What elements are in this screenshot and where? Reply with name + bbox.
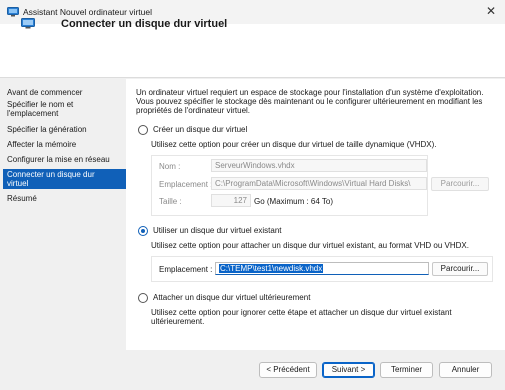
create-disk-radio[interactable]	[138, 125, 148, 135]
existing-location-field[interactable]: C:\TEMP\test1\newdisk.vhdx	[215, 262, 429, 275]
window-title: Assistant Nouvel ordinateur virtuel	[23, 7, 152, 17]
create-name-label: Nom :	[159, 162, 181, 171]
sidebar-item-resume[interactable]: Résumé	[7, 194, 123, 203]
existing-location-value: C:\TEMP\test1\newdisk.vhdx	[219, 264, 324, 273]
later-disk-radio[interactable]	[138, 293, 148, 303]
sidebar-item-label: virtuel	[7, 179, 29, 188]
sidebar-item-label: Connecter un disque dur	[7, 170, 95, 179]
sidebar-item-label: Spécifier le nom et	[7, 100, 74, 109]
sidebar-item-generation[interactable]: Spécifier la génération	[7, 125, 123, 134]
wizard-content: Un ordinateur virtuel requiert un espace…	[126, 79, 505, 350]
sidebar-item-memoire[interactable]: Affecter la mémoire	[7, 140, 123, 149]
wizard-steps-sidebar: Avant de commencer Spécifier le nom et l…	[0, 79, 126, 350]
create-disk-description: Utilisez cette option pour créer un disq…	[151, 140, 437, 149]
next-button[interactable]: Suivant >	[322, 362, 375, 378]
cancel-button-label: Annuler	[451, 365, 480, 374]
create-size-field[interactable]: 127	[211, 194, 251, 207]
cancel-button[interactable]: Annuler	[439, 362, 492, 378]
later-disk-description-line-2: ultérieurement.	[151, 317, 205, 326]
intro-text-line-3: propriétés de l'ordinateur virtuel.	[136, 106, 251, 115]
wizard-header	[0, 24, 505, 78]
sidebar-item-label: Résumé	[7, 194, 37, 203]
sidebar-item-reseau[interactable]: Configurer la mise en réseau	[7, 155, 123, 164]
existing-location-label: Emplacement :	[159, 265, 213, 274]
create-browse-button[interactable]: Parcourir...	[431, 177, 489, 191]
create-location-field[interactable]: C:\ProgramData\Microsoft\Windows\Virtual…	[211, 177, 427, 190]
create-size-unit: Go (Maximum : 64 To)	[254, 197, 333, 206]
sidebar-item-label: Avant de commencer	[7, 88, 83, 97]
later-disk-label[interactable]: Attacher un disque dur virtuel ultérieur…	[153, 293, 310, 303]
sidebar-item-label: Affecter la mémoire	[7, 140, 77, 149]
next-button-label: Suivant >	[331, 365, 366, 374]
create-name-field[interactable]: ServeurWindows.vhdx	[211, 159, 427, 172]
existing-browse-button[interactable]: Parcourir...	[432, 262, 488, 276]
close-button[interactable]: ✕	[482, 3, 500, 20]
sidebar-item-disque-dur[interactable]: Connecter un disque dur virtuel	[3, 169, 126, 189]
existing-disk-label[interactable]: Utiliser un disque dur virtuel existant	[153, 226, 282, 236]
create-disk-label[interactable]: Créer un disque dur virtuel	[153, 125, 247, 135]
hyper-v-icon	[7, 7, 19, 17]
finish-button[interactable]: Terminer	[380, 362, 433, 378]
existing-disk-description: Utilisez cette option pour attacher un d…	[151, 241, 469, 250]
sidebar-item-label: l'emplacement	[7, 109, 59, 118]
sidebar-item-label: Spécifier la génération	[7, 125, 87, 134]
sidebar-item-avant-de-commencer[interactable]: Avant de commencer	[7, 88, 123, 97]
page-title: Connecter un disque dur virtuel	[61, 18, 228, 30]
sidebar-item-label: Configurer la mise en réseau	[7, 155, 110, 164]
sidebar-item-nom-emplacement[interactable]: Spécifier le nom et l'emplacement	[7, 100, 123, 118]
existing-disk-radio[interactable]	[138, 226, 148, 236]
previous-button[interactable]: < Précédent	[259, 362, 317, 378]
finish-button-label: Terminer	[390, 365, 423, 374]
previous-button-label: < Précédent	[266, 365, 310, 374]
create-location-label: Emplacement :	[159, 180, 213, 189]
create-size-label: Taille :	[159, 197, 182, 206]
virtual-disk-icon	[21, 18, 35, 29]
